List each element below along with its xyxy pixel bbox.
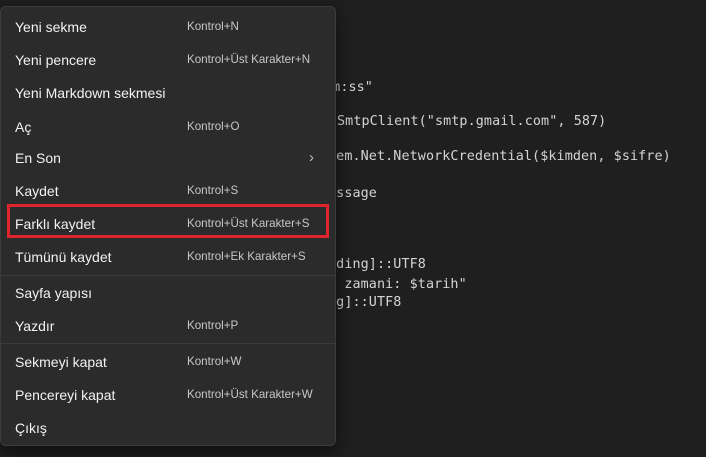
menu-item-label: Sekmeyi kapat <box>15 354 107 370</box>
menu-item-recent[interactable]: En Son › <box>7 142 329 174</box>
menu-item-label: Yeni sekme <box>15 19 87 35</box>
menu-item-label: Yeni Markdown sekmesi <box>15 85 166 101</box>
menu-item-shortcut: Kontrol+O <box>187 120 240 133</box>
menu-item-shortcut: Kontrol+Ek Karakter+S <box>187 250 306 263</box>
menu-item-close-window[interactable]: Pencereyi kapat Kontrol+Üst Karakter+W <box>7 379 329 411</box>
code-line: ng]::UTF8 <box>328 295 402 310</box>
menu-separator <box>1 275 335 276</box>
menu-item-shortcut: Kontrol+S <box>187 184 239 197</box>
menu-item-open[interactable]: Aç Kontrol+O <box>7 111 329 143</box>
menu-item-print[interactable]: Yazdır Kontrol+P <box>7 310 329 342</box>
code-line: s zamani: $tarih" <box>328 277 467 292</box>
menu-item-label: Tümünü kaydet <box>15 249 112 265</box>
save-as-highlight <box>7 204 329 238</box>
menu-item-label: Çıkış <box>15 420 47 436</box>
menu-item-save[interactable]: Kaydet Kontrol+S <box>7 175 329 207</box>
menu-item-close-tab[interactable]: Sekmeyi kapat Kontrol+W <box>7 346 329 378</box>
menu-item-label: Kaydet <box>15 183 59 199</box>
menu-separator <box>1 343 335 344</box>
menu-item-new-markdown-tab[interactable]: Yeni Markdown sekmesi <box>7 77 329 109</box>
code-line: tem.Net.NetworkCredential($kimden, $sifr… <box>328 149 671 164</box>
chevron-right-icon: › <box>309 149 314 166</box>
menu-item-label: Yeni pencere <box>15 52 97 68</box>
menu-item-shortcut: Kontrol+N <box>187 20 239 33</box>
menu-item-shortcut: Kontrol+Üst Karakter+N <box>187 53 311 66</box>
menu-item-new-tab[interactable]: Yeni sekme Kontrol+N <box>7 11 329 43</box>
menu-item-new-window[interactable]: Yeni pencere Kontrol+Üst Karakter+N <box>7 44 329 76</box>
menu-item-exit[interactable]: Çıkış <box>7 412 329 444</box>
menu-item-shortcut: Kontrol+Üst Karakter+W <box>187 388 313 401</box>
menu-item-page-setup[interactable]: Sayfa yapısı <box>7 277 329 309</box>
menu-item-save-all[interactable]: Tümünü kaydet Kontrol+Ek Karakter+S <box>7 241 329 273</box>
code-line: SmtpClient("smtp.gmail.com", 587) <box>337 114 607 129</box>
menu-item-shortcut: Kontrol+W <box>187 355 242 368</box>
menu-item-label: Yazdır <box>15 318 55 334</box>
menu-item-label: Aç <box>15 119 32 135</box>
menu-item-label: Pencereyi kapat <box>15 387 116 403</box>
code-line: oding]::UTF8 <box>328 257 426 272</box>
menu-item-label: Sayfa yapısı <box>15 285 93 301</box>
menu-item-label: En Son <box>15 150 61 166</box>
menu-item-shortcut: Kontrol+P <box>187 319 239 332</box>
